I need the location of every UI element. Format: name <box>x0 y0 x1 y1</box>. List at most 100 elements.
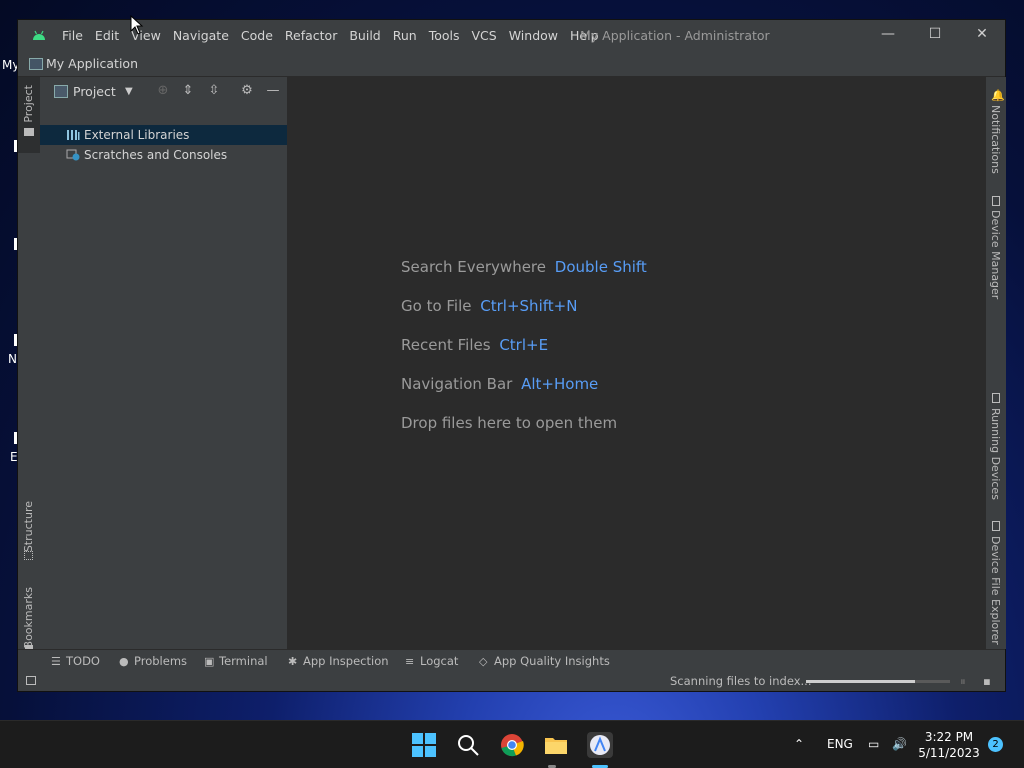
android-studio-window: File Edit View Navigate Code Refactor Bu… <box>17 19 1006 692</box>
project-tool-window: Project ▼ ⊕ ⇕ ⇳ ⚙ — External Libraries S… <box>40 77 288 649</box>
tool-window-device-file-explorer-tab[interactable]: Device File Explorer <box>989 536 1002 645</box>
device-file-explorer-icon <box>992 521 1000 531</box>
tool-window-structure-tab[interactable]: Structure <box>22 501 35 552</box>
running-devices-icon <box>992 393 1000 403</box>
feedback-icon[interactable]: ▪ <box>983 674 991 688</box>
device-manager-icon <box>992 196 1000 206</box>
android-studio-logo-icon <box>33 30 45 40</box>
gear-icon[interactable]: ⚙ <box>239 83 255 99</box>
close-button[interactable]: ✕ <box>972 26 992 44</box>
list-icon: ☰ <box>51 655 61 668</box>
tab-label: App Quality Insights <box>494 654 610 668</box>
right-tool-strip: 🔔 Notifications Device Manager Running D… <box>985 77 1006 649</box>
status-bar: Scanning files to index... ⏸ ▪ <box>18 671 1005 691</box>
chevron-up-icon[interactable]: ⌃ <box>794 737 804 751</box>
logcat-icon: ≡ <box>405 655 415 668</box>
android-studio-taskbar-icon[interactable] <box>587 732 613 758</box>
tab-label: App Inspection <box>303 654 389 668</box>
tool-window-app-inspection-tab[interactable]: ✱ App Inspection <box>288 654 389 668</box>
expand-all-icon[interactable]: ⇕ <box>180 83 196 99</box>
menu-refactor[interactable]: Refactor <box>285 28 337 43</box>
menu-build[interactable]: Build <box>349 28 380 43</box>
desktop-icon-label[interactable]: N <box>8 352 17 366</box>
file-explorer-icon[interactable] <box>543 732 569 758</box>
menu-navigate[interactable]: Navigate <box>173 28 229 43</box>
editor-empty-state[interactable]: Search Everywhere Double Shift Go to Fil… <box>288 77 985 649</box>
project-panel-header: Project ▼ ⊕ ⇕ ⇳ ⚙ — <box>40 77 287 105</box>
info-icon: ● <box>119 655 129 668</box>
tool-window-device-manager-tab[interactable]: Device Manager <box>989 210 1002 299</box>
indexing-progress-bar <box>806 680 950 683</box>
tool-window-terminal-tab[interactable]: ▣ Terminal <box>204 654 268 668</box>
hint-label: Navigation Bar <box>401 375 513 393</box>
folder-icon <box>24 128 34 136</box>
menu-file[interactable]: File <box>62 28 83 43</box>
tree-item-label: External Libraries <box>84 128 190 142</box>
tool-window-project-tab[interactable]: Project <box>18 77 40 153</box>
tool-window-todo-tab[interactable]: ☰ TODO <box>51 654 100 668</box>
network-icon[interactable]: ▭ <box>868 737 879 751</box>
indexing-status-text[interactable]: Scanning files to index... <box>670 674 811 688</box>
bottom-tool-window-bar: ☰ TODO ● Problems ▣ Terminal ✱ App Inspectio… <box>18 649 1005 671</box>
menu-edit[interactable]: Edit <box>95 28 119 43</box>
project-view-icon <box>54 85 68 98</box>
toggle-tool-windows-icon[interactable] <box>26 676 36 685</box>
hint-shortcut: Alt+Home <box>521 375 599 393</box>
locate-file-icon[interactable]: ⊕ <box>155 83 171 99</box>
menu-tools[interactable]: Tools <box>429 28 460 43</box>
minimize-button[interactable]: — <box>878 26 898 44</box>
collapse-all-icon[interactable]: ⇳ <box>206 83 222 99</box>
windows-start-icon[interactable] <box>411 732 437 758</box>
input-language[interactable]: ENG <box>827 737 853 751</box>
scratches-icon <box>66 149 80 161</box>
volume-icon[interactable]: 🔊 <box>892 737 907 751</box>
breadcrumb-project[interactable]: My Application <box>46 56 138 71</box>
mouse-cursor-icon <box>130 15 144 35</box>
hint-label: Recent Files <box>401 336 491 354</box>
title-bar[interactable]: File Edit View Navigate Code Refactor Bu… <box>18 20 1005 50</box>
tree-item-label: Scratches and Consoles <box>84 148 228 162</box>
tab-label: TODO <box>66 654 100 668</box>
hint-label: Search Everywhere <box>401 258 546 276</box>
project-folder-icon <box>29 58 43 70</box>
pause-icon[interactable]: ⏸ <box>960 674 966 689</box>
tool-window-notifications-tab[interactable]: Notifications <box>989 105 1002 174</box>
menu-code[interactable]: Code <box>241 28 273 43</box>
menu-bar: File Edit View Navigate Code Refactor Bu… <box>62 20 611 50</box>
project-view-selector[interactable]: Project <box>73 84 116 99</box>
hint-shortcut: Ctrl+E <box>499 336 549 354</box>
tool-window-problems-tab[interactable]: ● Problems <box>119 654 187 668</box>
windows-taskbar: ⌃ ENG ▭ 🔊 3:22 PM 5/11/2023 2 <box>0 720 1024 768</box>
hide-panel-icon[interactable]: — <box>265 83 281 99</box>
hint-search-everywhere: Search Everywhere Double Shift <box>401 258 647 276</box>
tool-window-app-quality-insights-tab[interactable]: ◇ App Quality Insights <box>479 654 610 668</box>
tab-label: Problems <box>134 654 188 668</box>
chrome-icon[interactable] <box>499 732 525 758</box>
maximize-button[interactable]: ☐ <box>925 26 945 44</box>
system-clock[interactable]: 3:22 PM 5/11/2023 <box>918 729 980 761</box>
tool-window-logcat-tab[interactable]: ≡ Logcat <box>405 654 458 668</box>
hint-shortcut: Ctrl+Shift+N <box>480 297 578 315</box>
menu-window[interactable]: Window <box>509 28 558 43</box>
bug-icon: ✱ <box>288 655 298 668</box>
diamond-icon: ◇ <box>479 655 488 668</box>
hint-navigation-bar: Navigation Bar Alt+Home <box>401 375 598 393</box>
tree-item-scratches-and-consoles[interactable]: Scratches and Consoles <box>40 145 287 165</box>
terminal-icon: ▣ <box>204 655 215 668</box>
structure-icon <box>24 551 33 560</box>
chevron-down-icon[interactable]: ▼ <box>125 86 133 97</box>
window-title: My Application - Administrator <box>580 28 770 43</box>
menu-vcs[interactable]: VCS <box>472 28 497 43</box>
tree-item-external-libraries[interactable]: External Libraries <box>40 125 287 145</box>
hint-drop-files: Drop files here to open them <box>401 414 618 432</box>
menu-run[interactable]: Run <box>393 28 417 43</box>
notification-badge[interactable]: 2 <box>988 737 1003 752</box>
tool-window-project-label: Project <box>22 85 35 123</box>
hint-label: Go to File <box>401 297 472 315</box>
tab-label: Logcat <box>420 654 459 668</box>
tab-label: Terminal <box>219 654 268 668</box>
tool-window-running-devices-tab[interactable]: Running Devices <box>989 408 1002 500</box>
search-icon[interactable] <box>455 732 481 758</box>
tool-window-bookmarks-tab[interactable]: Bookmarks <box>22 587 35 648</box>
clock-time: 3:22 PM <box>924 730 974 744</box>
